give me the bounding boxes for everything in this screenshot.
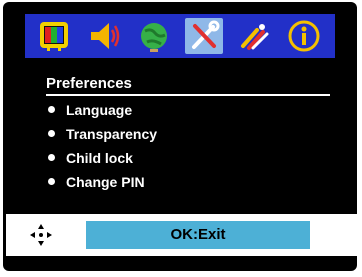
tools-settings-icon[interactable] <box>185 18 223 54</box>
tv-osd-screen: Preferences Language Transparency Child … <box>0 0 362 277</box>
tv-picture-icon[interactable] <box>35 18 73 54</box>
title-divider <box>46 94 330 96</box>
sound-speaker-icon[interactable] <box>85 18 123 54</box>
bullet-icon <box>48 130 55 137</box>
menu-item-label: Child lock <box>66 150 133 166</box>
menu-icon-bar <box>25 14 335 58</box>
bullet-icon <box>48 106 55 113</box>
menu-item-label: Language <box>66 102 133 118</box>
bullet-icon <box>48 178 55 185</box>
connection-plug-icon[interactable] <box>235 18 273 54</box>
osd-menu-panel: Preferences Language Transparency Child … <box>3 2 357 271</box>
menu-title: Preferences <box>46 75 132 92</box>
osd-footer: OK:Exit <box>6 214 357 256</box>
ok-exit-button[interactable]: OK:Exit <box>86 221 310 249</box>
menu-item-label: Transparency <box>66 126 158 142</box>
bullet-icon <box>48 154 55 161</box>
menu-item-label: Change PIN <box>66 174 145 190</box>
globe-setup-icon[interactable] <box>135 18 173 54</box>
info-icon[interactable] <box>285 18 323 54</box>
dpad-navigation-icon <box>29 223 53 247</box>
